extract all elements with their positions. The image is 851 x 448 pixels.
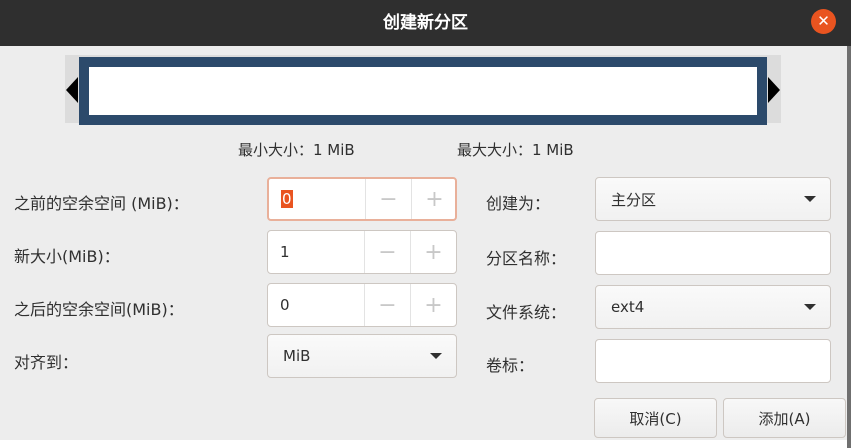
free-after-spinbox[interactable]: 0 − + [267, 283, 457, 327]
cancel-button[interactable]: 取消(C) [594, 398, 717, 438]
partition-visual-bar[interactable] [79, 57, 767, 125]
close-button[interactable]: ✕ [811, 9, 836, 34]
partition-name-label: 分区名称： [486, 249, 567, 268]
dropdown-arrow-icon [804, 196, 816, 202]
new-size-value[interactable]: 1 [280, 231, 290, 273]
free-before-value[interactable]: 0 [281, 179, 293, 219]
free-after-value[interactable]: 0 [280, 284, 290, 326]
min-size-text: 最小大小：1 MiB [238, 141, 355, 159]
volume-label-input[interactable] [595, 339, 831, 383]
close-icon: ✕ [817, 12, 830, 30]
resize-handle-left-icon[interactable] [66, 77, 78, 103]
align-to-dropdown[interactable]: MiB [267, 334, 457, 378]
free-before-increment-button[interactable]: + [411, 179, 457, 219]
resize-handle-right-icon[interactable] [768, 77, 780, 103]
new-size-increment-button[interactable]: + [410, 231, 456, 273]
file-system-value: ext4 [611, 298, 645, 316]
free-after-increment-button[interactable]: + [410, 284, 456, 326]
dropdown-arrow-icon [430, 353, 442, 359]
new-size-spinbox[interactable]: 1 − + [267, 230, 457, 274]
add-button[interactable]: 添加(A) [723, 398, 846, 438]
file-system-dropdown[interactable]: ext4 [595, 285, 831, 329]
partition-name-input[interactable] [595, 231, 831, 275]
background-window-strip [0, 440, 847, 448]
align-to-value: MiB [283, 347, 311, 365]
file-system-label: 文件系统： [486, 303, 567, 322]
free-after-label: 之后的空余空间(MiB)： [14, 300, 184, 319]
max-size-text: 最大大小：1 MiB [457, 141, 574, 159]
align-to-label: 对齐到： [14, 353, 79, 372]
create-as-label: 创建为： [486, 194, 551, 213]
partition-visual-fill [89, 67, 757, 115]
create-as-dropdown[interactable]: 主分区 [595, 177, 831, 221]
free-before-spinbox[interactable]: 0 − + [267, 177, 457, 221]
free-before-label: 之前的空余空间 (MiB)： [14, 194, 189, 213]
new-size-decrement-button[interactable]: − [364, 231, 410, 273]
dialog-title: 创建新分区 [383, 13, 468, 33]
volume-label-label: 卷标： [486, 356, 535, 375]
dropdown-arrow-icon [804, 304, 816, 310]
free-after-decrement-button[interactable]: − [364, 284, 410, 326]
window-edge [847, 46, 851, 448]
free-before-decrement-button[interactable]: − [365, 179, 411, 219]
new-size-label: 新大小(MiB)： [14, 247, 120, 266]
create-as-value: 主分区 [611, 190, 657, 209]
